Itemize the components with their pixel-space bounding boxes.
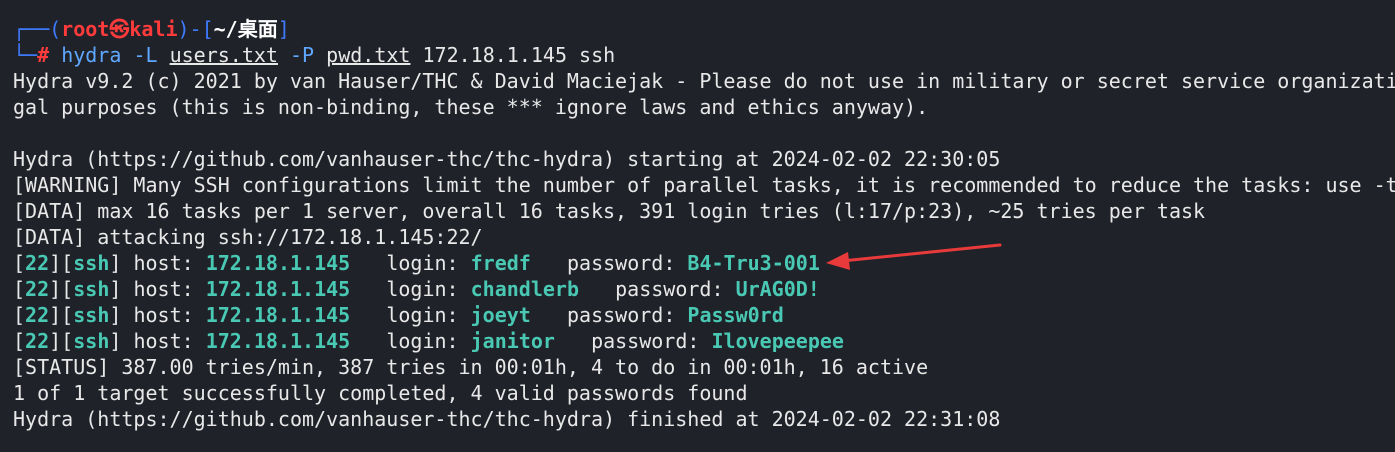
password-label: password: xyxy=(566,251,676,275)
terminal-window[interactable]: ┌──(root㉿kali)-[~/桌面] └─# hydra -L users… xyxy=(0,0,1395,452)
result-port: 22 xyxy=(25,251,50,275)
result-service: ssh xyxy=(73,277,110,301)
result-host: 172.18.1.145 xyxy=(205,277,351,301)
prompt-line: ┌──(root㉿kali)-[~/桌面] xyxy=(13,16,290,42)
login-label: login: xyxy=(386,303,459,327)
prompt-user-host: root㉿kali xyxy=(61,17,178,41)
result-port: 22 xyxy=(25,303,50,327)
command-users-file: users.txt xyxy=(169,43,278,67)
prompt-path: ~/桌面 xyxy=(213,17,278,41)
result-port: 22 xyxy=(25,329,50,353)
result-line: [22][ssh] host: 172.18.1.145 login: joey… xyxy=(13,303,784,327)
command-line[interactable]: └─# hydra -L users.txt -P pwd.txt 172.18… xyxy=(13,42,615,68)
prompt-hash: # xyxy=(37,43,50,67)
command-name: hydra xyxy=(61,43,122,67)
prompt-open-bracket: ┌──( xyxy=(13,17,62,41)
command-flag-pass: -P xyxy=(290,43,315,67)
result-service: ssh xyxy=(73,303,110,327)
result-service: ssh xyxy=(73,329,110,353)
login-label: login: xyxy=(386,251,459,275)
login-label: login: xyxy=(386,329,459,353)
result-login: fredf xyxy=(470,251,531,275)
result-password: Passw0rd xyxy=(687,303,784,327)
result-host: 172.18.1.145 xyxy=(205,251,351,275)
result-login: joeyt xyxy=(470,303,531,327)
login-label: login: xyxy=(386,277,459,301)
result-password: UrAG0D! xyxy=(735,277,820,301)
finished-line: Hydra (https://github.com/vanhauser-thc/… xyxy=(13,407,1001,431)
annotation-arrow-icon xyxy=(826,243,1002,270)
password-label: password: xyxy=(591,329,700,353)
result-line: [22][ssh] host: 172.18.1.145 login: jani… xyxy=(13,329,844,353)
prompt-second-prefix: └─ xyxy=(13,43,38,67)
result-line: [22][ssh] host: 172.18.1.145 login: chan… xyxy=(13,277,820,301)
command-target: 172.18.1.145 ssh xyxy=(422,43,616,67)
result-login: janitor xyxy=(470,329,555,353)
result-login: chandlerb xyxy=(470,277,580,301)
result-port: 22 xyxy=(25,277,50,301)
output-line: Hydra v9.2 (c) 2021 by van Hauser/THC & … xyxy=(13,69,1395,93)
result-password: B4-Tru3-001 xyxy=(687,251,820,275)
output-line: Hydra (https://github.com/vanhauser-thc/… xyxy=(13,147,1001,171)
password-label: password: xyxy=(615,277,724,301)
status-line: [STATUS] 387.00 tries/min, 387 tries in … xyxy=(13,355,929,379)
result-host: 172.18.1.145 xyxy=(205,303,351,327)
host-label: host: xyxy=(133,303,194,327)
result-password: Ilovepeepee xyxy=(711,329,844,353)
output-line: gal purposes (this is non-binding, these… xyxy=(13,95,929,119)
prompt-close: ] xyxy=(277,17,290,41)
output-line: [DATA] attacking ssh://172.18.1.145:22/ xyxy=(13,225,483,249)
prompt-mid: )-[ xyxy=(177,17,214,41)
password-label: password: xyxy=(566,303,676,327)
result-service: ssh xyxy=(73,251,110,275)
output-line: [WARNING] Many SSH configurations limit … xyxy=(13,173,1395,197)
command-flag-user: -L xyxy=(133,43,158,67)
command-pwd-file: pwd.txt xyxy=(326,43,411,67)
result-line: [22][ssh] host: 172.18.1.145 login: fred… xyxy=(13,251,820,275)
summary-line: 1 of 1 target successfully completed, 4 … xyxy=(13,381,748,405)
host-label: host: xyxy=(133,251,194,275)
host-label: host: xyxy=(133,329,194,353)
result-host: 172.18.1.145 xyxy=(205,329,351,353)
output-line: [DATA] max 16 tasks per 1 server, overal… xyxy=(13,199,1206,223)
host-label: host: xyxy=(133,277,194,301)
